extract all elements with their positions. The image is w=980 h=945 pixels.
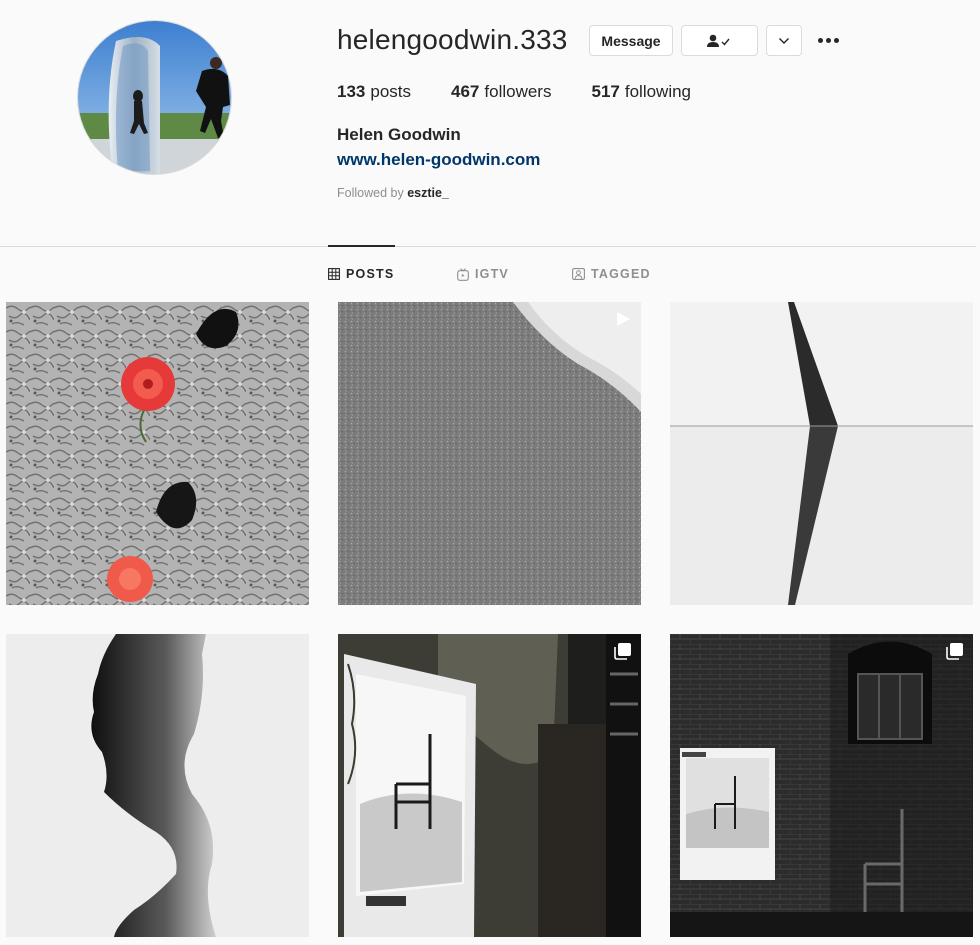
followers-count: 467 <box>451 82 480 101</box>
tab-tagged[interactable]: TAGGED <box>572 267 651 281</box>
following-button[interactable] <box>681 25 758 56</box>
posts-count: 133 <box>337 82 366 101</box>
tab-tagged-label: TAGGED <box>591 267 651 281</box>
tagged-icon <box>572 268 585 280</box>
active-tab-indicator <box>328 245 395 247</box>
igtv-icon <box>457 267 469 281</box>
post-image-blade-reflection <box>670 302 973 605</box>
suggested-dropdown-button[interactable] <box>766 25 802 56</box>
post-tile[interactable] <box>670 634 973 937</box>
person-check-icon <box>706 34 730 47</box>
tab-posts-label: POSTS <box>346 267 395 281</box>
tab-igtv[interactable]: IGTV <box>457 267 509 281</box>
post-tile[interactable] <box>338 634 641 937</box>
post-image-sand-surf <box>338 302 641 605</box>
post-tile[interactable] <box>338 302 641 605</box>
tab-posts[interactable]: POSTS <box>328 267 394 281</box>
more-options-icon[interactable] <box>814 30 842 50</box>
following-label: following <box>624 82 692 101</box>
posts-stat: 133 posts <box>337 82 411 102</box>
following-stat[interactable]: 517 following <box>591 82 691 102</box>
posts-label: posts <box>370 82 412 101</box>
post-tile[interactable] <box>6 634 309 937</box>
profile-stats: 133 posts 467 followers 517 following <box>337 82 731 102</box>
followers-label: followers <box>484 82 552 101</box>
message-button[interactable]: Message <box>589 25 673 56</box>
carousel-icon <box>946 643 963 660</box>
carousel-icon <box>614 643 631 660</box>
following-count: 517 <box>591 82 620 101</box>
post-image-concrete-flowers <box>6 302 309 605</box>
profile-username: helengoodwin.333 <box>337 24 568 55</box>
post-image-ink-silhouette <box>6 634 309 937</box>
followed-by-text[interactable]: Followed by esztie_ <box>337 186 449 200</box>
post-image-billboard-chair <box>338 634 641 937</box>
post-tile[interactable] <box>6 302 309 605</box>
profile-website-link[interactable]: www.helen-goodwin.com <box>337 150 540 170</box>
profile-avatar[interactable] <box>77 20 232 175</box>
post-image-brick-poster-chair <box>670 634 973 937</box>
followed-by-prefix: Followed by <box>337 186 404 200</box>
tab-igtv-label: IGTV <box>475 267 509 281</box>
grid-icon <box>328 268 340 280</box>
followers-stat[interactable]: 467 followers <box>451 82 551 102</box>
video-icon <box>617 312 630 326</box>
followed-by-user[interactable]: esztie_ <box>407 186 449 200</box>
tabs-divider <box>0 246 976 247</box>
post-tile[interactable] <box>670 302 973 605</box>
profile-full-name: Helen Goodwin <box>337 125 461 144</box>
chevron-down-icon <box>779 37 789 44</box>
